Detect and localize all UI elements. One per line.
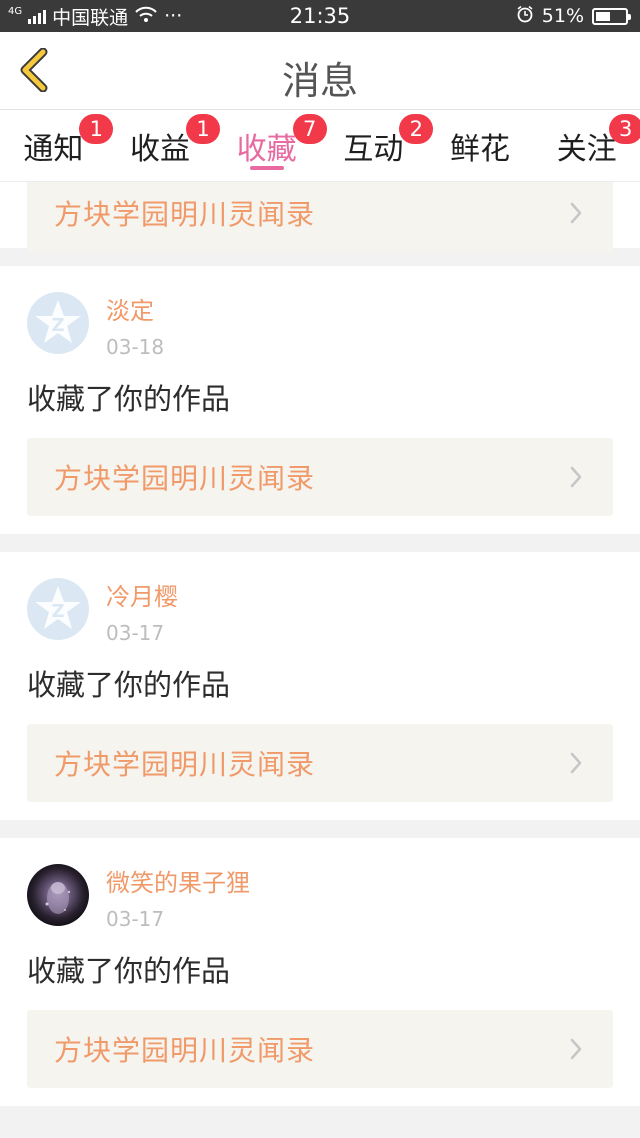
work-title: 方块学园明川灵闻录 xyxy=(54,198,316,231)
more-indicator: ··· xyxy=(164,5,183,27)
tab-label: 收藏 xyxy=(236,132,297,167)
timestamp: 03-18 xyxy=(106,335,165,359)
chevron-right-icon xyxy=(569,1037,589,1061)
navigation-header: 消息 xyxy=(0,32,640,110)
action-text: 收藏了你的作品 xyxy=(27,954,231,988)
username[interactable]: 淡定 xyxy=(106,296,164,326)
tab-earnings[interactable]: 收益 1 xyxy=(107,110,220,181)
work-link[interactable]: 方块学园明川灵闻录 xyxy=(27,1010,613,1088)
work-title: 方块学园明川灵闻录 xyxy=(54,748,316,781)
list-item: Z 淡定 03-18 收藏了你的作品 方块学园明川灵闻录 xyxy=(0,266,640,534)
avatar[interactable]: Z xyxy=(27,578,89,640)
tab-interactions[interactable]: 互动 2 xyxy=(320,110,434,181)
tab-favorites[interactable]: 收藏 7 xyxy=(213,110,327,181)
list-item: 微笑的果子狸 03-17 收藏了你的作品 方块学园明川灵闻录 xyxy=(0,838,640,1106)
tab-label: 关注 xyxy=(556,132,617,167)
username[interactable]: 微笑的果子狸 xyxy=(106,868,250,898)
chevron-right-icon xyxy=(569,751,589,775)
action-text: 收藏了你的作品 xyxy=(27,382,231,416)
wifi-icon xyxy=(134,5,158,28)
qzone-star-icon: Z xyxy=(35,300,81,343)
avatar[interactable] xyxy=(27,864,89,926)
svg-text:Z: Z xyxy=(51,601,64,622)
message-feed[interactable]: 方块学园明川灵闻录 Z 淡定 03-18 收藏了你的作品 方块学园明川灵闻录 Z… xyxy=(0,182,640,1138)
chevron-right-icon xyxy=(569,465,589,489)
cat-photo-icon xyxy=(45,882,71,914)
battery-icon xyxy=(592,7,631,25)
alarm-icon xyxy=(516,5,534,28)
tab-flowers[interactable]: 鲜花 xyxy=(427,110,534,181)
signal-icon xyxy=(28,8,47,24)
work-title: 方块学园明川灵闻录 xyxy=(54,462,316,495)
qzone-star-icon: Z xyxy=(35,586,81,629)
timestamp: 03-17 xyxy=(106,621,165,645)
active-tab-indicator xyxy=(249,166,284,170)
network-type: 4G xyxy=(8,5,23,17)
work-title: 方块学园明川灵闻录 xyxy=(54,1034,316,1067)
list-item: Z 冷月樱 03-17 收藏了你的作品 方块学园明川灵闻录 xyxy=(0,552,640,820)
list-item: 方块学园明川灵闻录 xyxy=(0,182,640,252)
work-link[interactable]: 方块学园明川灵闻录 xyxy=(27,182,613,252)
unread-badge: 3 xyxy=(608,114,640,144)
status-bar: 4G 中国联通 ··· 21:35 51% xyxy=(0,0,640,32)
battery-percent: 51% xyxy=(541,5,584,27)
page-title: 消息 xyxy=(281,59,358,103)
carrier-name: 中国联通 xyxy=(52,6,129,29)
message-tabs: 通知 1 收益 1 收藏 7 互动 2 鲜花 关注 3 xyxy=(0,110,640,182)
tab-follows[interactable]: 关注 3 xyxy=(533,110,640,181)
tab-label: 鲜花 xyxy=(450,132,511,167)
tab-label: 收益 xyxy=(130,132,190,167)
work-link[interactable]: 方块学园明川灵闻录 xyxy=(27,724,613,802)
avatar[interactable]: Z xyxy=(27,292,89,354)
tab-notifications[interactable]: 通知 1 xyxy=(0,110,114,181)
timestamp: 03-17 xyxy=(106,907,165,931)
work-link[interactable]: 方块学园明川灵闻录 xyxy=(27,438,613,516)
svg-text:Z: Z xyxy=(51,315,64,336)
tab-label: 互动 xyxy=(343,132,404,167)
chevron-right-icon xyxy=(569,201,589,225)
username[interactable]: 冷月樱 xyxy=(106,582,178,612)
tab-label: 通知 xyxy=(23,132,84,167)
action-text: 收藏了你的作品 xyxy=(27,668,231,702)
